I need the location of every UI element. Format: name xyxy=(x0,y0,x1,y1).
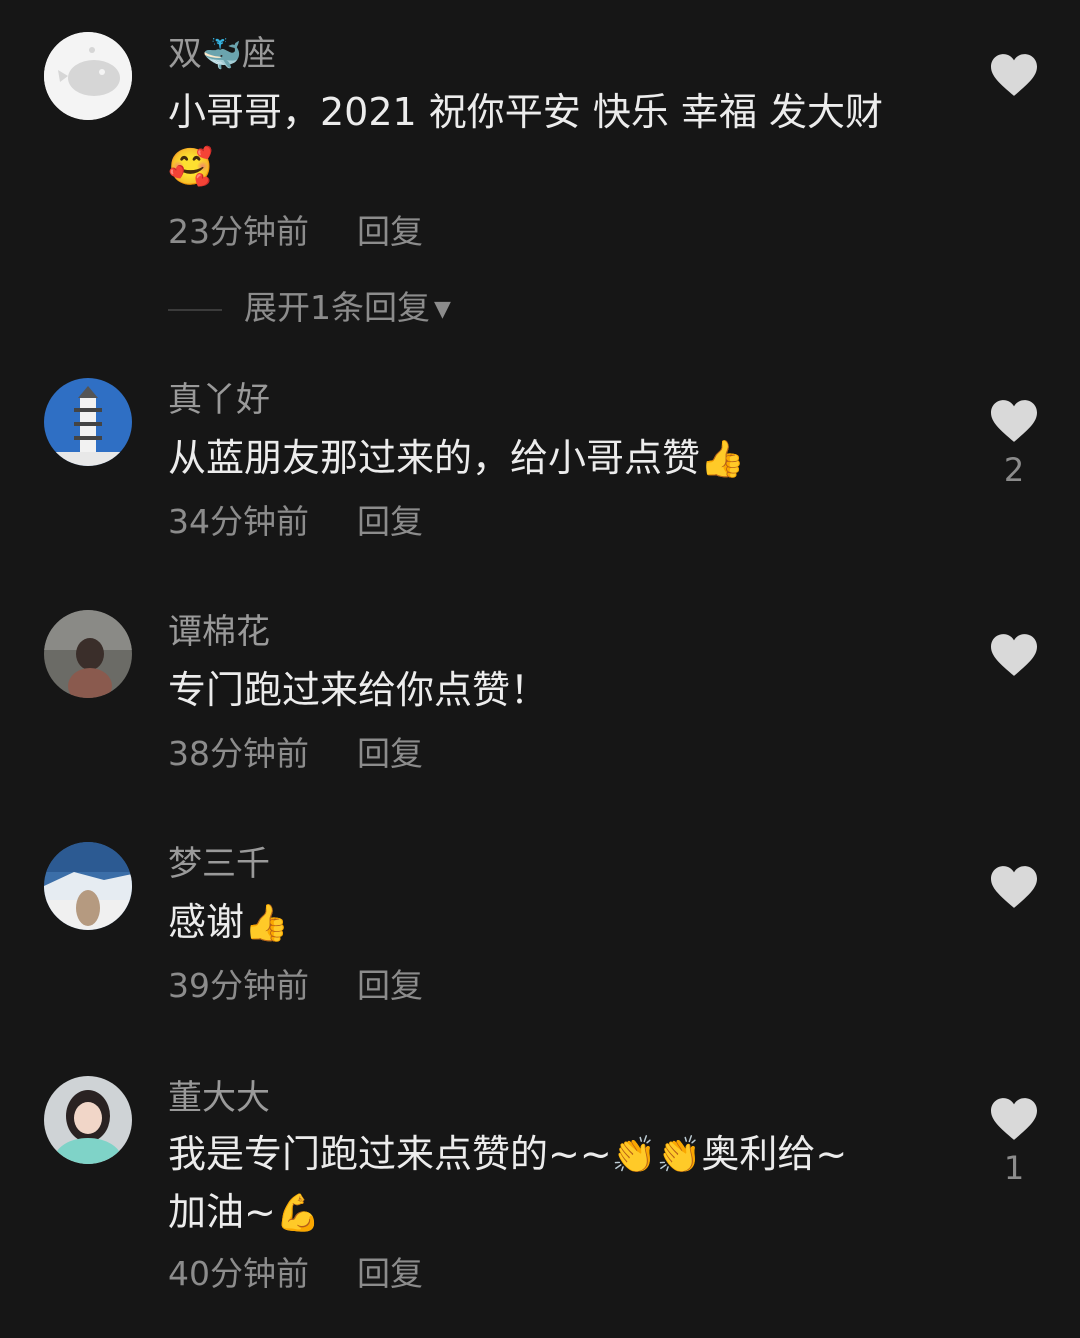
reply-button[interactable]: 回复 xyxy=(357,1254,423,1293)
comment-author[interactable]: 梦三千 xyxy=(168,842,270,886)
like-count: 1 xyxy=(1003,1149,1025,1187)
comment-meta: 23分钟前 回复 xyxy=(168,210,423,254)
pagoda-avatar-icon xyxy=(44,378,132,466)
snow-landscape-avatar-icon xyxy=(44,842,132,930)
avatar[interactable] xyxy=(44,610,132,698)
comment-author[interactable]: 真丫好 xyxy=(168,378,270,422)
comment-text: 从蓝朋友那过来的，给小哥点赞👍 xyxy=(168,436,745,480)
like-button[interactable] xyxy=(986,632,1042,678)
comment-text: 专门跑过来给你点赞！ xyxy=(168,668,549,712)
whale-emoji-icon: 🐳 xyxy=(202,35,242,73)
like-button[interactable]: 1 xyxy=(986,1096,1042,1188)
comment-author[interactable]: 双🐳座 xyxy=(168,32,276,76)
smiling-hearts-emoji-icon: 🥰 xyxy=(168,147,213,188)
comment-meta: 38分钟前 回复 xyxy=(168,732,423,776)
like-count: 2 xyxy=(1003,451,1025,489)
girl-portrait-avatar-icon xyxy=(44,1076,132,1164)
comment-time: 34分钟前 xyxy=(168,502,309,541)
comment-time: 38分钟前 xyxy=(168,734,309,773)
avatar[interactable] xyxy=(44,378,132,466)
thumbs-up-emoji-icon: 👍 xyxy=(700,439,745,480)
comment-time: 40分钟前 xyxy=(168,1254,309,1293)
comment-meta: 40分钟前 回复 xyxy=(168,1252,423,1296)
like-button[interactable]: 2 xyxy=(986,398,1042,490)
heart-icon xyxy=(991,866,1037,908)
avatar[interactable] xyxy=(44,842,132,930)
comment-author[interactable]: 董大大 xyxy=(168,1076,270,1120)
clapping-hands-emoji-icon: 👏👏 xyxy=(611,1135,702,1176)
comment-text: 我是专门跑过来点赞的~~👏👏奥利给~ 加油~💪 xyxy=(168,1132,848,1234)
heart-icon xyxy=(991,1098,1037,1140)
thumbs-up-emoji-icon: 👍 xyxy=(244,903,289,944)
girl-photo-avatar-icon xyxy=(44,610,132,698)
reply-button[interactable]: 回复 xyxy=(357,734,423,773)
comment-time: 39分钟前 xyxy=(168,966,309,1005)
comment-time: 23分钟前 xyxy=(168,212,309,251)
expand-replies-button[interactable]: 展开1条回复 ▼ xyxy=(168,286,451,332)
flexed-biceps-emoji-icon: 💪 xyxy=(275,1193,321,1234)
heart-icon xyxy=(991,54,1037,96)
reply-button[interactable]: 回复 xyxy=(357,966,423,1005)
avatar[interactable] xyxy=(44,1076,132,1164)
comment-text: 小哥哥，2021 祝你平安 快乐 幸福 发大财 🥰 xyxy=(168,84,958,196)
reply-button[interactable]: 回复 xyxy=(357,212,423,251)
comment-author[interactable]: 谭棉花 xyxy=(168,610,270,654)
comment-meta: 39分钟前 回复 xyxy=(168,964,423,1008)
comment-text: 感谢👍 xyxy=(168,900,289,944)
divider xyxy=(168,308,222,311)
caret-down-icon: ▼ xyxy=(434,296,451,322)
like-button[interactable] xyxy=(986,52,1042,98)
comment-meta: 34分钟前 回复 xyxy=(168,500,423,544)
reply-button[interactable]: 回复 xyxy=(357,502,423,541)
whale-avatar-icon xyxy=(44,32,132,120)
like-button[interactable] xyxy=(986,864,1042,910)
heart-icon xyxy=(991,400,1037,442)
heart-icon xyxy=(991,634,1037,676)
avatar[interactable] xyxy=(44,32,132,120)
